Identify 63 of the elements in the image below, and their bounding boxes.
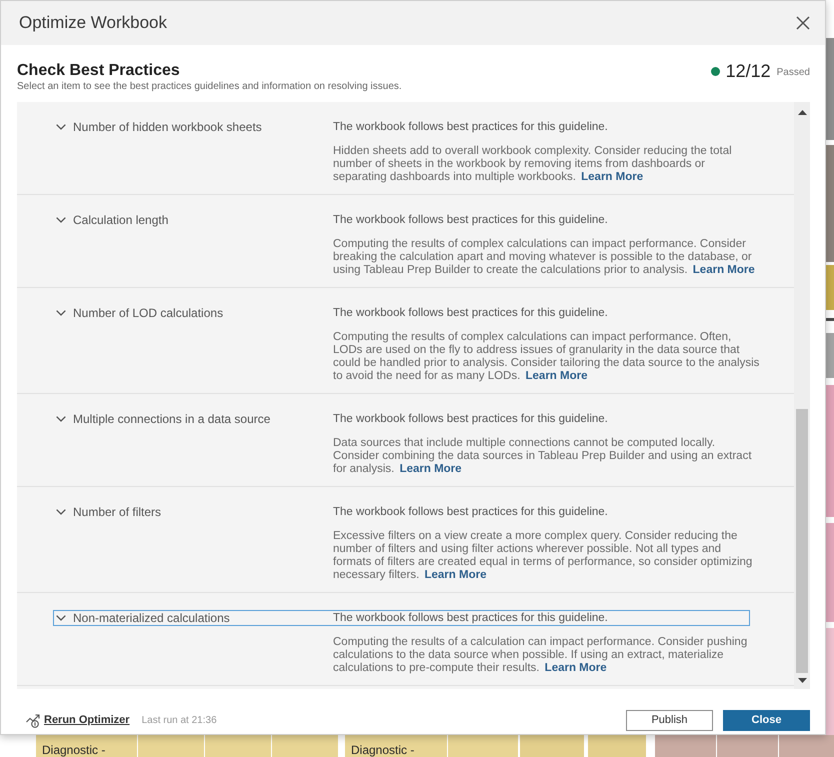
trend-arrow-icon xyxy=(26,713,42,728)
guideline-header[interactable]: Number of LOD calculations The workbook follows best practices for this guideline. xyxy=(53,305,750,321)
guideline-details: Excessive filters on a view create a more complex query. Consider reducing the number of filters and using filter actions wherever possible. Not all types and formats of filters are created equal in terms of performance, so consider optimizing necessary filters. Learn More xyxy=(333,530,754,582)
learn-more-link[interactable]: Learn More xyxy=(692,264,755,276)
dashboard-tile xyxy=(272,735,338,757)
dashboard-tile xyxy=(588,735,646,757)
rerun-optimizer-button[interactable]: Rerun Optimizer xyxy=(26,712,130,729)
guideline-header[interactable]: Number of filters The workbook follows best practices for this guideline. xyxy=(53,504,750,520)
guideline-details: Hidden sheets add to overall workbook complexity. Consider reducing the total number of sheets in the workbook by removing items from dashboards or separating dashboards into multiple workbooks. Learn More xyxy=(333,145,733,184)
chevron-down-icon[interactable] xyxy=(56,416,66,422)
scroll-up-icon[interactable] xyxy=(798,110,806,115)
learn-more-link[interactable]: Learn More xyxy=(526,370,588,382)
guideline-result: The workbook follows best practices for this guideline. xyxy=(333,412,608,426)
chevron-down-icon[interactable] xyxy=(56,615,66,621)
guideline-header[interactable]: Calculation length The workbook follows best practices for this guideline. xyxy=(53,212,750,228)
close-icon xyxy=(796,16,810,30)
dashboard-tile xyxy=(205,735,271,757)
publish-button[interactable]: Publish xyxy=(626,710,713,731)
guideline-header[interactable]: Non-materialized calculations The workbook follows best practices for this guideline. xyxy=(53,610,750,626)
guideline-name: Calculation length xyxy=(73,213,168,227)
guideline-header[interactable]: Multiple connections in a data source The workbook follows best practices for this guideline. xyxy=(53,411,750,427)
learn-more-link[interactable]: Learn More xyxy=(581,171,644,183)
window-title: Optimize Workbook xyxy=(19,12,168,34)
chevron-down-icon[interactable] xyxy=(56,509,66,515)
status-count: 12/12 xyxy=(726,61,771,81)
guideline-result: The workbook follows best practices for this guideline. xyxy=(333,505,608,519)
guideline-result: The workbook follows best practices for this guideline. xyxy=(333,120,608,134)
chevron-down-icon[interactable] xyxy=(56,217,66,223)
tile-label: Diagnostic - xyxy=(351,744,416,757)
chevron-down-icon[interactable] xyxy=(56,310,66,316)
chevron-down-icon[interactable] xyxy=(56,124,66,130)
section-title: Check Best Practices xyxy=(17,61,181,81)
learn-more-link[interactable]: Learn More xyxy=(544,662,607,674)
guideline-name: Non-materialized calculations xyxy=(73,611,230,625)
status-label: Passed xyxy=(776,66,810,78)
guideline-details: Data sources that include multiple connections cannot be computed locally. Consider combining the data sources in Tableau Prep Builder and using an extract for analysis. Learn More xyxy=(333,437,753,476)
learn-more-link[interactable]: Learn More xyxy=(400,463,462,475)
dashboard-tile xyxy=(826,333,834,378)
guideline-name: Number of filters xyxy=(73,505,162,519)
dashboard-tile xyxy=(655,735,716,757)
tile-label: Diagnostic - xyxy=(42,744,106,757)
dashboard-tile xyxy=(520,735,584,757)
guideline-name: Number of LOD calculations xyxy=(73,306,224,320)
guideline-result: The workbook follows best practices for this guideline. xyxy=(333,306,608,320)
learn-more-link[interactable]: Learn More xyxy=(424,569,486,581)
guideline-header[interactable]: Number of hidden workbook sheets The workbook follows best practices for this guideline. xyxy=(53,119,750,135)
guideline-result: The workbook follows best practices for this guideline. xyxy=(333,611,608,625)
dashboard-tile xyxy=(717,735,778,757)
guideline-details: Computing the results of complex calculations can impact performance. Often, LODs are used on the fly to address issues of granularity in the data source that could be handled prior to analysis. Consider tailoring the data source to the analysis to avoid the need for as many LODs. Learn More xyxy=(333,331,760,383)
dashboard-tile xyxy=(779,735,834,757)
guideline-name: Number of hidden workbook sheets xyxy=(73,120,262,134)
dashboard-tile xyxy=(826,318,834,321)
scrollbar-thumb[interactable] xyxy=(796,409,808,673)
guideline-result: The workbook follows best practices for this guideline. xyxy=(333,213,608,227)
scrollbar-track[interactable] xyxy=(794,102,810,689)
guideline-name: Multiple connections in a data source xyxy=(73,412,270,426)
guideline-details: Computing the results of a calculation can impact performance. Consider pushing calculations to the data source when possible. If using an extract, materialize calculations to pre-compute their results. Learn More xyxy=(333,636,748,675)
guideline-details: Computing the results of complex calculations can impact performance. Consider breaking the calculation apart and moving whatever is possible to the database, or using Tableau Prep Builder to create the calculations prior to analysis. Learn More xyxy=(333,238,756,277)
section-subtitle: Select an item to see the best practices guidelines and information on resolving issues. xyxy=(17,81,403,93)
close-dialog-button[interactable]: Close xyxy=(723,710,810,731)
last-run-text: Last run at 21:36 xyxy=(142,714,217,728)
dashboard-tile xyxy=(826,265,834,310)
scroll-down-icon[interactable] xyxy=(798,678,806,683)
